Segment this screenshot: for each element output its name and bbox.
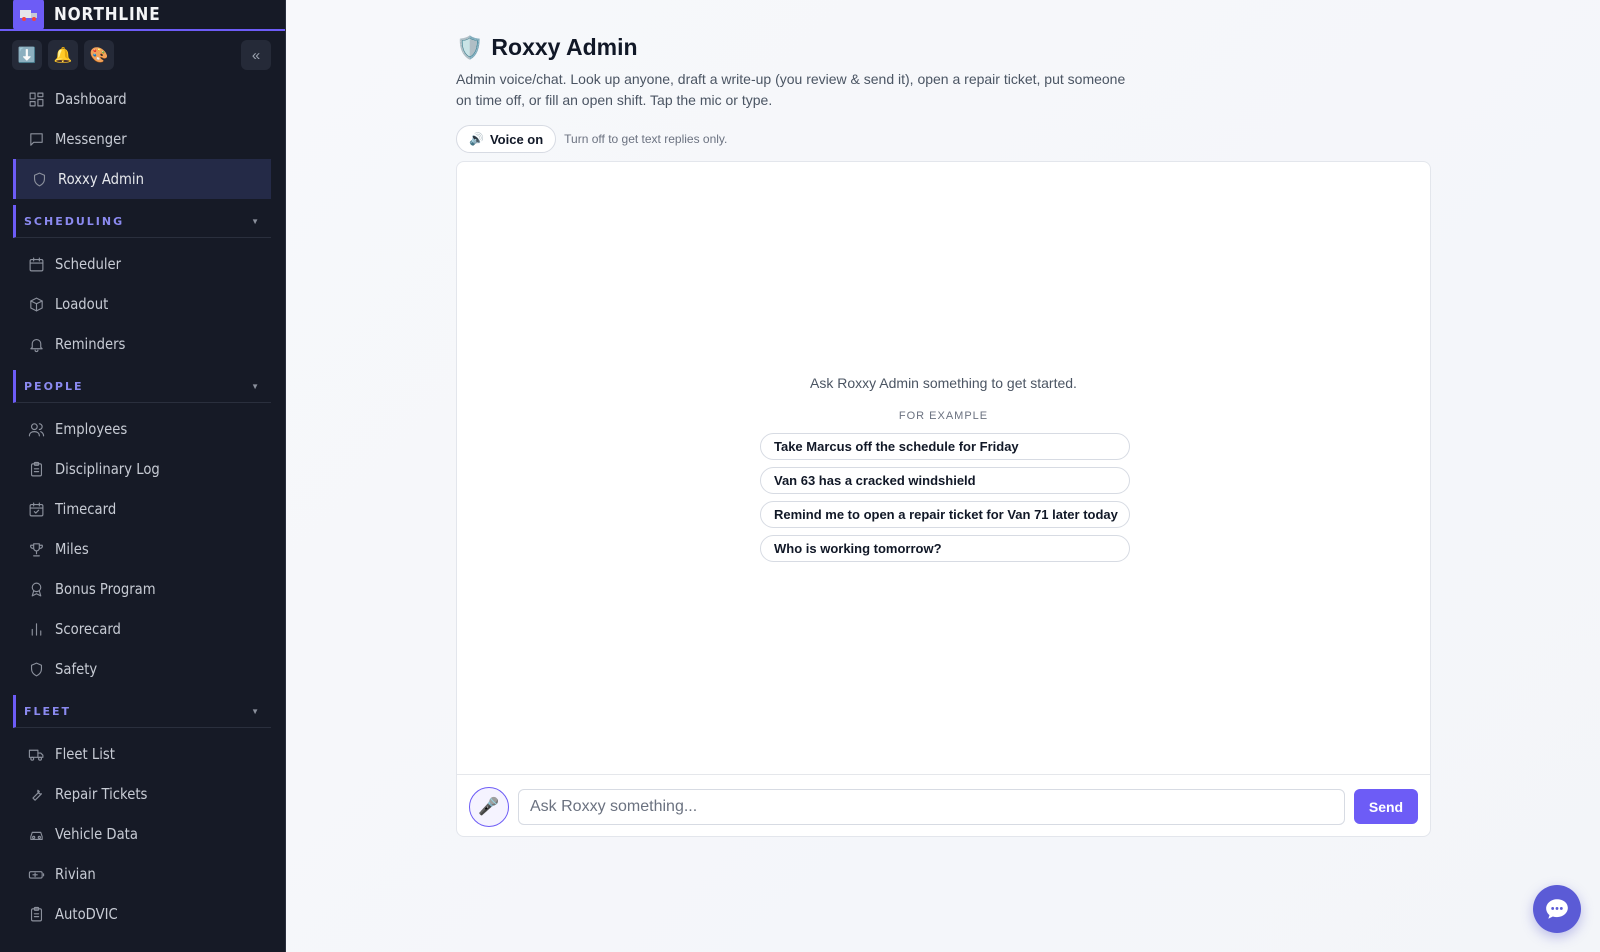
section-title: FLEET xyxy=(24,704,72,718)
car-icon xyxy=(28,826,45,843)
bell-icon[interactable]: 🔔 xyxy=(48,40,78,70)
sidebar-item-safety[interactable]: Safety xyxy=(0,649,285,689)
sidebar-item-dashboard[interactable]: Dashboard xyxy=(0,79,285,119)
sidebar-section-fleet[interactable]: FLEET ▼ xyxy=(13,695,271,728)
sidebar-item-repair-tickets[interactable]: Repair Tickets xyxy=(0,774,285,814)
sidebar-item-rivian[interactable]: Rivian xyxy=(0,854,285,894)
sidebar-item-reminders[interactable]: Reminders xyxy=(0,324,285,364)
clipboard-icon xyxy=(28,906,45,923)
truck-icon xyxy=(28,746,45,763)
message-icon xyxy=(28,131,45,148)
sidebar-item-label: Loadout xyxy=(55,295,109,313)
sidebar-item-messenger[interactable]: Messenger xyxy=(0,119,285,159)
chat-bubble-icon xyxy=(1546,899,1568,919)
mic-button[interactable]: 🎤 xyxy=(469,786,509,827)
example-chip[interactable]: Remind me to open a repair ticket for Va… xyxy=(760,501,1130,528)
shield-icon: 🛡️ xyxy=(456,34,484,60)
chevron-down-icon: ▼ xyxy=(251,216,259,226)
brand[interactable]: NORTHLINE xyxy=(0,0,285,31)
sidebar-section-people[interactable]: PEOPLE ▼ xyxy=(13,370,271,403)
shield-icon xyxy=(31,171,48,188)
shield-icon xyxy=(28,661,45,678)
chevron-down-icon: ▼ xyxy=(251,381,259,391)
battery-icon xyxy=(28,866,45,883)
palette-icon[interactable]: 🎨 xyxy=(84,40,114,70)
award-icon xyxy=(28,581,45,598)
users-icon xyxy=(28,421,45,438)
sidebar-item-label: Roxxy Admin xyxy=(58,170,144,188)
sidebar: NORTHLINE ⬇️ 🔔 🎨 « Dashboard Messenger Rox… xyxy=(0,0,286,952)
examples-list: Take Marcus off the schedule for Friday … xyxy=(760,433,1130,569)
download-icon[interactable]: ⬇️ xyxy=(12,40,42,70)
sidebar-item-miles[interactable]: Miles xyxy=(0,529,285,569)
examples-title: FOR EXAMPLE xyxy=(898,410,989,422)
sidebar-item-disciplinary-log[interactable]: Disciplinary Log xyxy=(0,449,285,489)
sidebar-item-label: Timecard xyxy=(55,500,117,518)
sidebar-item-label: Reminders xyxy=(55,335,126,353)
section-title: PEOPLE xyxy=(24,379,84,393)
sidebar-item-scheduler[interactable]: Scheduler xyxy=(0,244,285,284)
voice-hint: Turn off to get text replies only. xyxy=(564,132,728,146)
collapse-sidebar-button[interactable]: « xyxy=(241,40,271,70)
clipboard-icon xyxy=(28,461,45,478)
sidebar-section-scheduling[interactable]: SCHEDULING ▼ xyxy=(13,205,271,238)
sidebar-item-label: Dashboard xyxy=(55,90,127,108)
voice-toggle-label: Voice on xyxy=(489,131,544,147)
voice-toggle-button[interactable]: 🔊 Voice on xyxy=(456,125,557,153)
sidebar-item-label: Scheduler xyxy=(55,255,122,273)
sidebar-toolbar: ⬇️ 🔔 🎨 « xyxy=(0,31,285,79)
sidebar-item-roxxy-admin[interactable]: Roxxy Admin xyxy=(13,159,271,199)
sidebar-item-label: Scorecard xyxy=(55,620,121,638)
empty-state-message: Ask Roxxy Admin something to get started… xyxy=(810,375,1077,391)
page-header: 🛡️ Roxxy Admin xyxy=(456,34,638,61)
mic-icon: 🎤 xyxy=(478,796,500,816)
bell-icon xyxy=(28,336,45,353)
send-button[interactable]: Send xyxy=(1354,789,1418,824)
section-title: SCHEDULING xyxy=(24,214,125,228)
sidebar-item-label: Safety xyxy=(55,660,98,678)
wrench-icon xyxy=(28,786,45,803)
page-title: Roxxy Admin xyxy=(491,34,638,60)
sidebar-item-bonus-program[interactable]: Bonus Program xyxy=(0,569,285,609)
trophy-icon xyxy=(28,541,45,558)
sidebar-item-loadout[interactable]: Loadout xyxy=(0,284,285,324)
chat-input[interactable] xyxy=(518,788,1345,825)
sidebar-item-label: Bonus Program xyxy=(55,580,156,598)
sidebar-item-label: Disciplinary Log xyxy=(55,460,160,478)
dashboard-icon xyxy=(28,91,45,108)
chevron-down-icon: ▼ xyxy=(251,706,259,716)
sidebar-item-label: Miles xyxy=(55,540,89,558)
example-chip[interactable]: Who is working tomorrow? xyxy=(760,535,1130,562)
calendar-check-icon xyxy=(28,501,45,518)
chat-messages: Ask Roxxy Admin something to get started… xyxy=(457,162,1430,775)
sidebar-item-vehicle-data[interactable]: Vehicle Data xyxy=(0,814,285,854)
chat-fab-button[interactable] xyxy=(1533,885,1581,933)
box-icon xyxy=(28,296,45,313)
chat-input-row: 🎤 Send xyxy=(457,775,1430,838)
bar-chart-icon xyxy=(28,621,45,638)
sidebar-nav: Dashboard Messenger Roxxy Admin SCHEDULING ▼… xyxy=(0,79,285,934)
calendar-icon xyxy=(28,256,45,273)
truck-icon xyxy=(13,0,44,30)
example-chip[interactable]: Take Marcus off the schedule for Friday xyxy=(760,433,1130,460)
sidebar-item-label: Repair Tickets xyxy=(55,785,148,803)
page-description: Admin voice/chat. Look up anyone, draft … xyxy=(456,71,1126,108)
sidebar-item-label: Messenger xyxy=(55,130,127,148)
sidebar-item-fleet-list[interactable]: Fleet List xyxy=(0,734,285,774)
sidebar-item-label: Vehicle Data xyxy=(55,825,138,843)
sidebar-item-label: Employees xyxy=(55,420,128,438)
voice-row: 🔊 Voice on Turn off to get text replies … xyxy=(456,125,727,153)
sidebar-item-autodvic[interactable]: AutoDVIC xyxy=(0,894,285,934)
sidebar-item-label: AutoDVIC xyxy=(55,905,118,923)
sidebar-item-employees[interactable]: Employees xyxy=(0,409,285,449)
chat-panel: Ask Roxxy Admin something to get started… xyxy=(456,161,1431,837)
sidebar-item-scorecard[interactable]: Scorecard xyxy=(0,609,285,649)
main-content: 🛡️ Roxxy Admin Admin voice/chat. Look up… xyxy=(287,0,1600,952)
sidebar-item-label: Fleet List xyxy=(55,745,115,763)
sidebar-item-timecard[interactable]: Timecard xyxy=(0,489,285,529)
brand-name: NORTHLINE xyxy=(54,4,161,25)
speaker-icon: 🔊 xyxy=(469,132,484,146)
example-chip[interactable]: Van 63 has a cracked windshield xyxy=(760,467,1130,494)
sidebar-item-label: Rivian xyxy=(55,865,96,883)
